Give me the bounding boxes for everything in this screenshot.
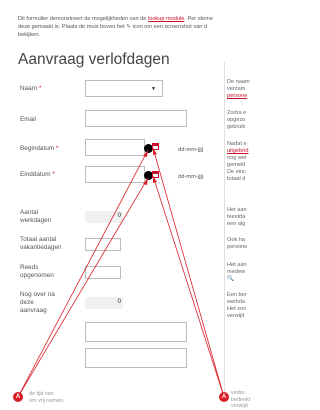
annotation-marker-right: A <box>219 392 229 402</box>
arrow-head <box>143 178 148 185</box>
left-note-line: om vrij nemen. <box>29 397 65 404</box>
arrow-head <box>153 176 157 183</box>
annotation-arrows <box>17 147 225 398</box>
annotation-marker-left: A <box>13 392 23 402</box>
arrow-line <box>17 149 149 398</box>
left-note: de tijd van om vrij nemen. <box>29 391 64 404</box>
arrow-line <box>152 175 225 398</box>
right-note: verbo bedenkt verwijd <box>231 390 250 410</box>
arrow-head <box>153 148 157 155</box>
arrow-head <box>143 150 148 157</box>
arrow-line <box>152 147 225 398</box>
arrow-line <box>17 177 149 398</box>
